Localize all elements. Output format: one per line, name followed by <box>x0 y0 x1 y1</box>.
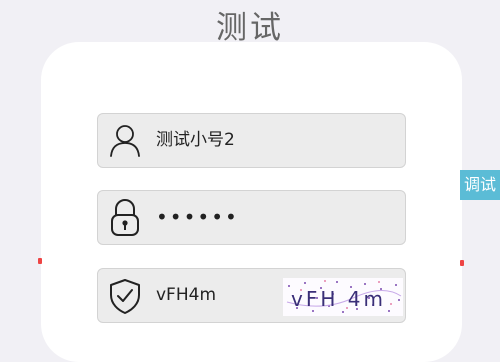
lock-icon <box>108 199 142 237</box>
debug-button[interactable]: 调试 <box>460 170 500 200</box>
captcha-value: vFH4m <box>156 285 216 305</box>
left-red-mark <box>38 258 42 264</box>
right-red-mark <box>460 260 464 266</box>
captcha-image-text: vFH 4m <box>291 287 386 311</box>
captcha-field[interactable]: vFH4m vFH 4m <box>97 268 406 323</box>
password-field[interactable]: •••••• <box>97 190 406 245</box>
page-title: 测试 <box>216 10 284 46</box>
username-value: 测试小号2 <box>156 130 235 150</box>
username-field[interactable]: 测试小号2 <box>97 113 406 168</box>
user-icon <box>108 122 142 160</box>
shield-check-icon <box>108 277 142 315</box>
captcha-image[interactable]: vFH 4m <box>283 278 403 316</box>
password-value: •••••• <box>156 205 239 229</box>
